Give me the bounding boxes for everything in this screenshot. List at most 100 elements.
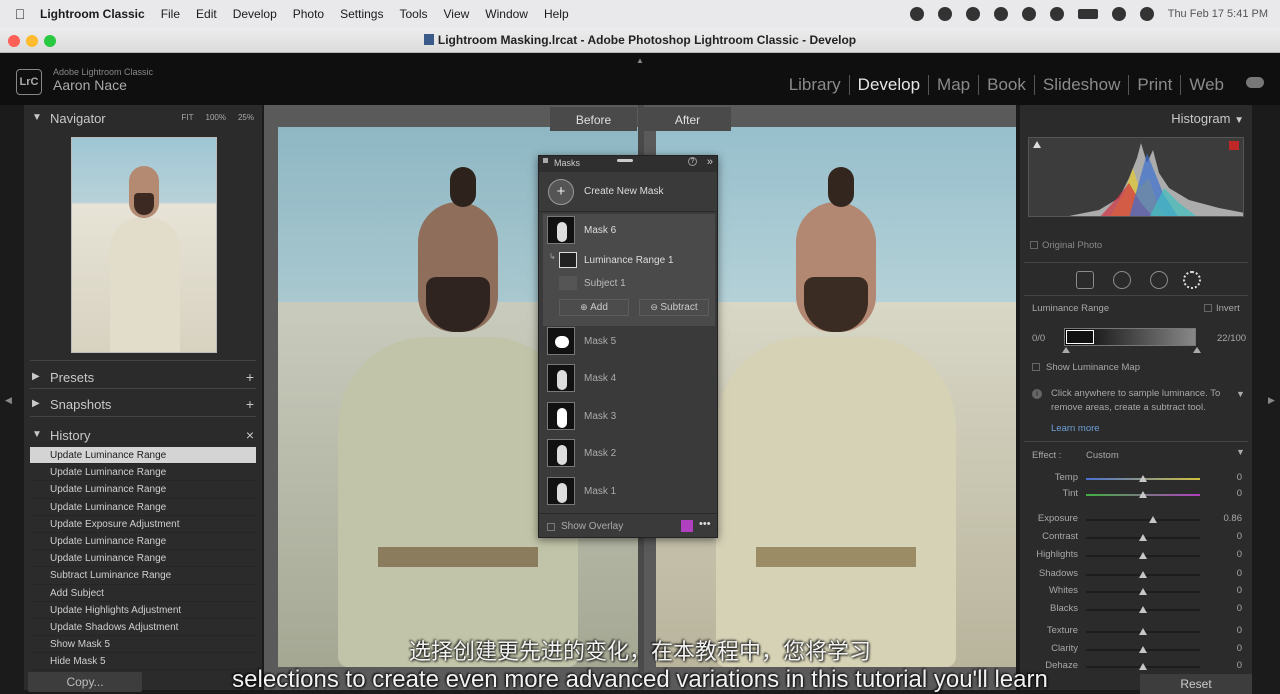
slider-track[interactable] [1086, 491, 1200, 498]
control-center-icon[interactable] [1111, 7, 1126, 21]
red-eye-tool-icon[interactable] [1150, 271, 1168, 289]
overlay-color-swatch[interactable] [681, 520, 693, 532]
app-menu[interactable]: Lightroom Classic [40, 7, 145, 21]
module-library[interactable]: Library [781, 75, 850, 95]
show-overlay-checkbox[interactable] [547, 523, 555, 531]
history-item[interactable]: Update Luminance Range [30, 464, 256, 482]
slider-track[interactable] [1086, 516, 1200, 523]
hint-collapse-icon[interactable]: ▼ [1236, 389, 1245, 399]
mask-thumbnail[interactable] [547, 364, 575, 392]
menu-file[interactable]: File [161, 7, 180, 21]
navigator-preview[interactable] [71, 137, 217, 353]
luminance-range-bar[interactable] [1064, 328, 1196, 346]
mask-thumbnail[interactable] [547, 402, 575, 430]
history-item[interactable]: Update Exposure Adjustment [30, 516, 256, 533]
slider-knob[interactable] [1139, 534, 1147, 541]
zoom-fit[interactable]: FIT [182, 113, 194, 122]
healing-tool-icon[interactable] [1113, 271, 1131, 289]
effect-preset-select[interactable]: Custom [1086, 450, 1119, 461]
mask-thumbnail[interactable] [547, 477, 575, 505]
history-item[interactable]: Subtract Luminance Range [30, 567, 256, 585]
mask-6-label[interactable]: Mask 6 [584, 225, 616, 236]
masking-tool-icon[interactable] [1183, 271, 1201, 289]
histogram-chart[interactable] [1028, 137, 1244, 217]
help-icon[interactable]: ? [688, 157, 697, 166]
slider-knob[interactable] [1139, 491, 1147, 498]
status-icon[interactable] [909, 7, 924, 21]
subject-icon[interactable] [559, 276, 577, 290]
menu-develop[interactable]: Develop [233, 7, 277, 21]
slider-track[interactable] [1086, 628, 1200, 635]
module-print[interactable]: Print [1129, 75, 1182, 95]
range-selection[interactable] [1066, 330, 1094, 344]
mask-thumbnail[interactable] [547, 439, 575, 467]
slider-track[interactable] [1086, 534, 1200, 541]
subtract-button[interactable]: ⊖ Subtract [639, 299, 709, 316]
history-header[interactable]: ▼ History × [24, 424, 262, 448]
slider-knob[interactable] [1139, 588, 1147, 595]
subject-component[interactable]: Subject 1 [584, 278, 626, 289]
slider-track[interactable] [1086, 475, 1200, 482]
collapse-triangle-icon[interactable]: ▼ [32, 429, 42, 440]
show-luminance-map-checkbox[interactable] [1032, 363, 1040, 371]
dropbox-icon[interactable] [993, 7, 1008, 21]
menu-window[interactable]: Window [485, 7, 528, 21]
highlight-clipping-icon[interactable] [1229, 141, 1239, 150]
original-photo-checkbox[interactable] [1030, 241, 1038, 249]
history-item[interactable]: Update Luminance Range [30, 447, 256, 465]
presets-header[interactable]: ▶ Presets + [24, 366, 262, 390]
slider-track[interactable] [1086, 552, 1200, 559]
minimize-window-button[interactable] [26, 35, 38, 47]
slider-knob[interactable] [1139, 606, 1147, 613]
more-options-icon[interactable]: ••• [699, 518, 711, 530]
menu-settings[interactable]: Settings [340, 7, 383, 21]
range-low-handle[interactable] [1062, 347, 1070, 353]
status-icon[interactable] [965, 7, 980, 21]
history-item[interactable]: Add Subject [30, 585, 256, 602]
slider-track[interactable] [1086, 571, 1200, 578]
status-icon[interactable] [1049, 7, 1064, 21]
module-develop[interactable]: Develop [850, 75, 930, 95]
expand-triangle-icon[interactable]: ▶ [32, 398, 40, 409]
mask-thumbnail[interactable] [547, 216, 575, 244]
expand-triangle-icon[interactable]: ▶ [32, 371, 40, 382]
history-item[interactable]: Update Luminance Range [30, 533, 256, 551]
collapse-triangle-icon[interactable]: ▼ [32, 112, 42, 123]
search-icon[interactable] [1139, 7, 1154, 21]
battery-icon[interactable] [1077, 9, 1098, 19]
menu-help[interactable]: Help [544, 7, 569, 21]
module-book[interactable]: Book [979, 75, 1035, 95]
slider-value[interactable]: 0 [1237, 549, 1242, 560]
clear-history-icon[interactable]: × [246, 427, 254, 443]
panel-grip-icon[interactable] [543, 158, 548, 163]
history-item[interactable]: Update Highlights Adjustment [30, 602, 256, 619]
luminance-range-icon[interactable] [559, 252, 577, 268]
crop-tool-icon[interactable] [1076, 271, 1094, 289]
slider-knob[interactable] [1149, 516, 1158, 523]
zoom-100[interactable]: 100% [206, 113, 226, 122]
collapse-panel-icon[interactable]: » [707, 156, 713, 168]
add-snapshot-icon[interactable]: + [246, 396, 254, 412]
slider-value[interactable]: 0 [1237, 568, 1242, 579]
history-item[interactable]: Update Luminance Range [30, 499, 256, 516]
mask-2-label[interactable]: Mask 2 [584, 448, 616, 459]
menu-view[interactable]: View [443, 7, 469, 21]
slider-value[interactable]: 0.86 [1224, 513, 1243, 524]
menubar-clock[interactable]: Thu Feb 17 5:41 PM [1168, 8, 1268, 20]
slider-track[interactable] [1086, 606, 1200, 613]
top-panel-toggle-icon[interactable]: ▲ [636, 56, 644, 65]
history-item[interactable]: Update Luminance Range [30, 550, 256, 568]
menu-photo[interactable]: Photo [293, 7, 324, 21]
slider-value[interactable]: 0 [1237, 585, 1242, 596]
invert-checkbox[interactable] [1204, 304, 1212, 312]
module-web[interactable]: Web [1181, 75, 1232, 95]
history-item[interactable]: Update Luminance Range [30, 481, 256, 499]
learn-more-link[interactable]: Learn more [1051, 423, 1100, 434]
slider-knob[interactable] [1139, 571, 1147, 578]
shadow-clipping-icon[interactable] [1033, 141, 1041, 148]
cloud-icon[interactable] [1246, 77, 1264, 88]
status-icon[interactable] [1021, 7, 1036, 21]
create-new-mask-button[interactable]: Create New Mask [584, 186, 663, 197]
mask-thumbnail[interactable] [547, 327, 575, 355]
left-panel-toggle-icon[interactable]: ◀ [5, 395, 12, 406]
